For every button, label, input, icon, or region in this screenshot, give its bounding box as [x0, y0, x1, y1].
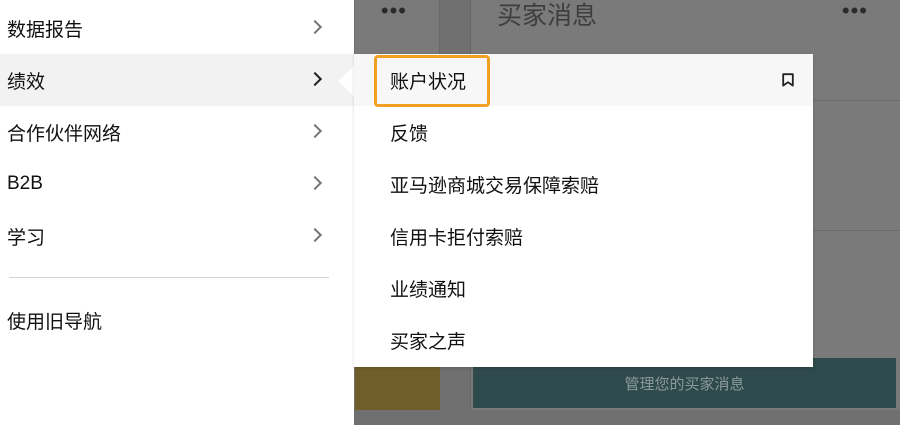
use-legacy-nav-link[interactable]: 使用旧导航	[7, 306, 102, 334]
submenu-item-label: 反馈	[390, 123, 429, 145]
nav-item-performance[interactable]: 绩效	[0, 54, 354, 106]
submenu-item-performance-notifications[interactable]: 业绩通知	[354, 262, 813, 314]
chevron-right-icon	[307, 123, 323, 139]
performance-submenu: 账户状况 反馈 亚马逊商城交易保障索赔 信用卡拒付索赔 业绩通知 买家之声	[354, 54, 813, 367]
submenu-item-account-health[interactable]: 账户状况	[354, 54, 813, 107]
chevron-right-icon	[307, 71, 323, 87]
chevron-right-icon	[307, 175, 323, 191]
submenu-item-chargeback-claims[interactable]: 信用卡拒付索赔	[354, 210, 813, 262]
main-nav-panel: 数据报告 绩效 合作伙伴网络 B2B 学习 使用旧导航	[0, 0, 354, 425]
submenu-item-label: 亚马逊商城交易保障索赔	[390, 175, 600, 197]
chevron-right-icon	[307, 227, 323, 243]
highlight-box	[374, 55, 490, 107]
submenu-item-label: 买家之声	[390, 331, 467, 353]
submenu-item-label: 业绩通知	[390, 279, 467, 301]
nav-item-label: 绩效	[7, 71, 46, 93]
more-options-icon[interactable]: •••	[842, 0, 868, 24]
nav-item-partner-network[interactable]: 合作伙伴网络	[0, 106, 354, 158]
submenu-item-voice-of-customer[interactable]: 买家之声	[354, 314, 813, 366]
nav-item-b2b[interactable]: B2B	[0, 158, 354, 210]
more-options-icon[interactable]: •••	[381, 0, 407, 24]
card-title: 买家消息	[497, 2, 598, 30]
nav-item-label: 合作伙伴网络	[7, 123, 122, 145]
nav-item-label: 学习	[7, 227, 46, 249]
nav-item-reports[interactable]: 数据报告	[0, 2, 354, 54]
chevron-right-icon	[307, 19, 323, 35]
bookmark-icon[interactable]	[782, 73, 794, 87]
nav-item-learning[interactable]: 学习	[0, 210, 354, 262]
card-action-button[interactable]	[355, 366, 440, 410]
nav-item-label: B2B	[7, 173, 43, 194]
submenu-item-a-to-z-claims[interactable]: 亚马逊商城交易保障索赔	[354, 158, 813, 210]
submenu-item-label: 信用卡拒付索赔	[390, 227, 524, 249]
submenu-item-feedback[interactable]: 反馈	[354, 106, 813, 158]
nav-divider	[9, 277, 329, 278]
nav-item-label: 数据报告	[7, 19, 84, 41]
